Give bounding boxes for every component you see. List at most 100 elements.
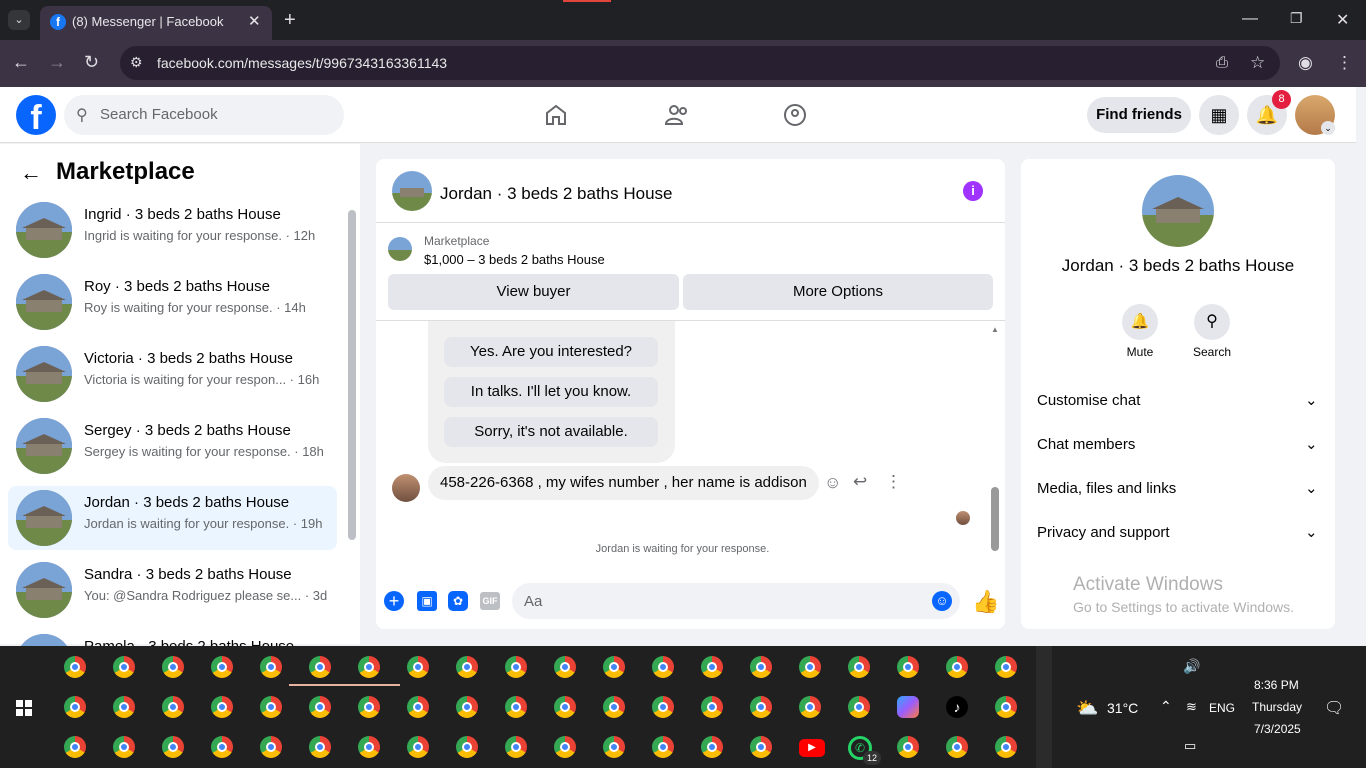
chrome-icon[interactable] xyxy=(799,656,821,678)
chrome-icon[interactable] xyxy=(358,736,380,758)
chrome-icon[interactable] xyxy=(64,656,86,678)
info-avatar[interactable] xyxy=(1142,175,1214,247)
clock-date[interactable]: 7/3/2025 xyxy=(1254,722,1301,736)
info-icon[interactable]: i xyxy=(963,181,983,201)
chrome-icon[interactable] xyxy=(750,736,772,758)
chrome-icon[interactable] xyxy=(260,696,282,718)
bookmark-star-icon[interactable]: ☆ xyxy=(1250,53,1265,73)
minimize-icon[interactable]: — xyxy=(1242,10,1258,28)
chrome-icon[interactable] xyxy=(652,736,674,758)
site-info-icon[interactable]: ⚙ xyxy=(130,54,143,71)
chrome-icon[interactable] xyxy=(554,696,576,718)
chrome-icon[interactable] xyxy=(358,696,380,718)
conversation-item[interactable]: Victoria · 3 beds 2 baths House Victoria … xyxy=(8,342,337,406)
chrome-icon[interactable] xyxy=(211,736,233,758)
youtube-icon[interactable]: ▶ xyxy=(799,739,825,757)
chrome-icon[interactable] xyxy=(995,736,1017,758)
clock-time[interactable]: 8:36 PM xyxy=(1254,678,1299,692)
conversation-item[interactable]: Roy · 3 beds 2 baths House Roy is waiting… xyxy=(8,270,337,334)
chrome-icon[interactable] xyxy=(652,696,674,718)
chrome-icon[interactable] xyxy=(64,696,86,718)
reply-icon[interactable]: ↩ xyxy=(853,472,867,492)
chat-members-row[interactable]: Chat members xyxy=(1037,436,1135,453)
chat-header-avatar[interactable] xyxy=(392,171,432,211)
message-bubble[interactable]: 458-226-6368 , my wifes number , her nam… xyxy=(428,466,819,500)
chrome-icon[interactable] xyxy=(113,696,135,718)
page-scrollbar[interactable] xyxy=(1356,87,1366,644)
quick-reply-button[interactable]: In talks. I'll let you know. xyxy=(444,377,658,407)
add-attachment-icon[interactable]: + xyxy=(384,591,404,611)
chrome-icon[interactable] xyxy=(64,736,86,758)
react-emoji-icon[interactable]: ☺ xyxy=(824,473,841,493)
chrome-icon[interactable] xyxy=(505,656,527,678)
sticker-icon[interactable]: ✿ xyxy=(448,591,468,611)
chat-title[interactable]: Jordan · 3 beds 2 baths House xyxy=(440,184,672,204)
chrome-icon[interactable] xyxy=(456,656,478,678)
install-app-icon[interactable]: ⎙ xyxy=(1216,54,1228,71)
language-indicator[interactable]: ENG xyxy=(1209,701,1235,715)
chrome-icon[interactable] xyxy=(289,656,351,686)
chrome-icon[interactable] xyxy=(309,736,331,758)
maximize-icon[interactable]: ❐ xyxy=(1290,10,1303,27)
volume-icon[interactable]: 🔊 xyxy=(1183,658,1200,675)
reload-icon[interactable]: ↻ xyxy=(84,52,99,73)
notification-center-icon[interactable]: 🗨 xyxy=(1324,698,1344,718)
chrome-icon[interactable] xyxy=(113,736,135,758)
forward-icon[interactable]: → xyxy=(48,52,66,73)
emoji-icon[interactable]: ☺ xyxy=(932,591,952,611)
whatsapp-icon[interactable]: ✆ 12 xyxy=(848,736,881,765)
weather-icon[interactable]: ⛅ xyxy=(1076,698,1098,719)
chevron-down-icon[interactable]: ⌄ xyxy=(1305,479,1318,497)
more-options-button[interactable]: More Options xyxy=(683,274,993,310)
scrollbar[interactable] xyxy=(348,210,356,540)
url-field[interactable]: ⚙ facebook.com/messages/t/99673431633611… xyxy=(120,46,1280,80)
chrome-icon[interactable] xyxy=(211,696,233,718)
chrome-icon[interactable] xyxy=(162,656,184,678)
chevron-down-icon[interactable]: ⌄ xyxy=(1305,391,1318,409)
copilot-icon[interactable] xyxy=(897,696,919,718)
mute-bell-icon[interactable]: 🔔 xyxy=(1122,304,1158,340)
chrome-icon[interactable] xyxy=(309,696,331,718)
browser-menu-icon[interactable]: ⋮ xyxy=(1336,53,1353,73)
chrome-icon[interactable] xyxy=(162,696,184,718)
quick-reply-button[interactable]: Sorry, it's not available. xyxy=(444,417,658,447)
customise-chat-row[interactable]: Customise chat xyxy=(1037,392,1140,409)
chrome-icon[interactable] xyxy=(554,656,576,678)
chrome-icon[interactable] xyxy=(407,656,429,678)
privacy-support-row[interactable]: Privacy and support xyxy=(1037,524,1170,541)
chrome-icon[interactable] xyxy=(554,736,576,758)
chrome-icon[interactable] xyxy=(456,736,478,758)
new-tab-icon[interactable]: + xyxy=(284,9,296,32)
back-arrow-icon[interactable]: ← xyxy=(20,160,42,186)
conversation-item[interactable]: Jordan · 3 beds 2 baths House Jordan is w… xyxy=(8,486,337,550)
chrome-icon[interactable] xyxy=(946,736,968,758)
clock-day[interactable]: Thursday xyxy=(1252,700,1302,714)
chrome-icon[interactable] xyxy=(603,736,625,758)
chrome-icon[interactable] xyxy=(603,656,625,678)
chrome-icon[interactable] xyxy=(603,696,625,718)
chrome-icon[interactable] xyxy=(848,696,870,718)
chrome-icon[interactable] xyxy=(946,656,968,678)
home-icon[interactable] xyxy=(544,103,568,127)
chrome-icon[interactable] xyxy=(897,736,919,758)
profile-icon[interactable]: ◉ xyxy=(1298,53,1313,73)
chrome-icon[interactable] xyxy=(897,656,919,678)
account-chevron-down-icon[interactable]: ⌄ xyxy=(1321,121,1335,135)
gif-icon[interactable]: GIF xyxy=(480,592,500,610)
chrome-icon[interactable] xyxy=(799,696,821,718)
view-buyer-button[interactable]: View buyer xyxy=(388,274,679,310)
taskbar-scrollbar[interactable] xyxy=(1036,646,1052,768)
media-files-links-row[interactable]: Media, files and links xyxy=(1037,480,1176,497)
search-icon[interactable]: ⚲ xyxy=(1194,304,1230,340)
chrome-icon[interactable] xyxy=(338,656,400,686)
chat-scrollbar[interactable] xyxy=(991,487,999,551)
friends-icon[interactable] xyxy=(664,103,690,127)
browser-tab[interactable]: f (8) Messenger | Facebook ✕ xyxy=(40,6,272,40)
photo-icon[interactable]: ▣ xyxy=(417,591,437,611)
tab-list-icon[interactable]: ⌄ xyxy=(8,10,30,30)
thumbs-up-icon[interactable]: 👍 xyxy=(972,589,999,615)
chrome-icon[interactable] xyxy=(701,696,723,718)
chrome-icon[interactable] xyxy=(848,656,870,678)
chrome-icon[interactable] xyxy=(701,656,723,678)
chrome-icon[interactable] xyxy=(162,736,184,758)
